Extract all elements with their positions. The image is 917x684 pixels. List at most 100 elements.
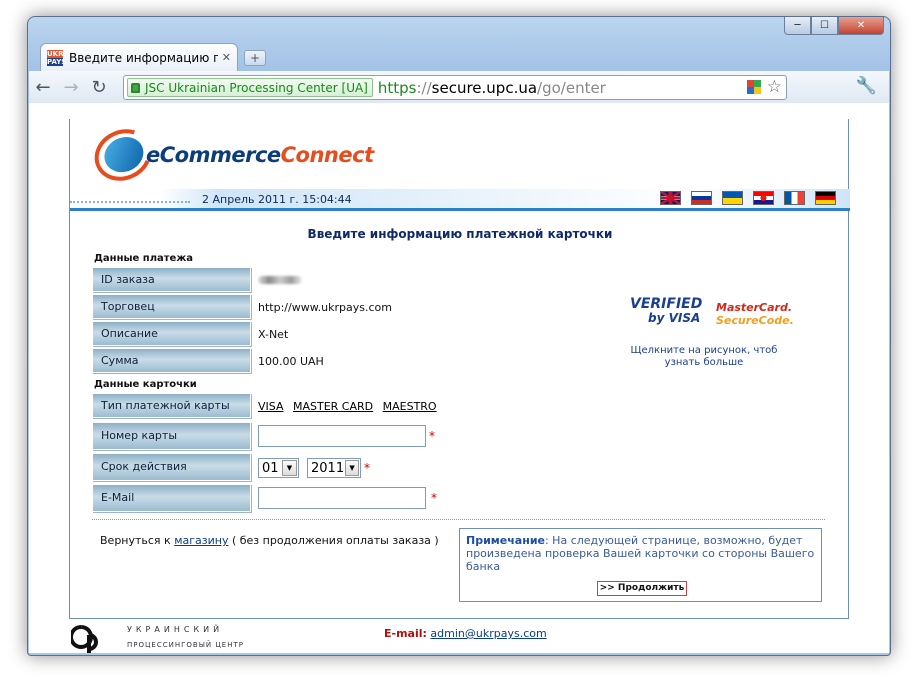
page-footer: УКРАИНСКИЙ ПРОЦЕССИНГОВЫЙ ЦЕНТР E-mail: … (69, 619, 849, 653)
vbv-line2: by VISA (648, 311, 701, 325)
email-required-mark: * (431, 491, 437, 505)
card-type-links: VISA MASTER CARD MAESTRO (258, 400, 443, 413)
badges-caption-line1: Щелкните на рисунок, чтоб (630, 345, 778, 356)
chevron-down-icon: ▼ (282, 460, 297, 476)
expiry-month-value: 01 (262, 460, 279, 476)
email-label: E-Mail (92, 484, 251, 512)
badges-caption: Щелкните на рисунок, чтоб узнать больше (624, 345, 784, 369)
payment-page: eCommerceConnect 2 Апрель 2011 г. 15:04:… (69, 119, 850, 619)
description-value: X-Net (258, 328, 289, 341)
lock-icon (131, 82, 140, 93)
order-id-value (258, 274, 302, 287)
email-input[interactable] (258, 487, 426, 509)
url-host: secure.upc.ua (431, 78, 538, 97)
logo-text: eCommerceConnect (146, 143, 374, 167)
return-suffix: ( без продолжения оплаты заказа ) (231, 534, 439, 547)
address-bar[interactable]: JSC Ukrainian Processing Center [UA] htt… (123, 75, 787, 100)
browser-tab[interactable]: UKR PAYS Введите информацию п... ✕ (40, 43, 238, 71)
browser-window: ─ ☐ ✕ UKR PAYS Введите информацию п... ✕… (27, 16, 891, 656)
badges-caption-line2: узнать больше (664, 357, 744, 368)
merchant-label: Торговец (92, 294, 251, 319)
amount-value: 100.00 UAH (258, 355, 324, 368)
ukrpays-favicon-icon: UKR PAYS (47, 49, 67, 66)
flag-fr-icon[interactable] (784, 191, 805, 205)
upc-logo-icon (71, 625, 98, 653)
mc-line1: MasterCard. (716, 301, 793, 314)
window-controls: ─ ☐ ✕ (784, 17, 884, 35)
ecommerceconnect-logo: eCommerceConnect (86, 120, 374, 190)
back-arrow-icon[interactable]: ← (29, 77, 57, 98)
mc-line2: SecureCode. (716, 314, 794, 327)
reload-icon[interactable]: ↻ (85, 77, 113, 98)
maximize-button[interactable]: ☐ (811, 17, 838, 35)
return-shop-link[interactable]: магазину (174, 534, 228, 547)
form-title: Введите информацию платежной карточки (307, 227, 613, 241)
wrench-menu-icon[interactable]: 🔧 (856, 76, 877, 96)
card-number-label: Номер карты (92, 422, 251, 450)
amount-label: Сумма (92, 348, 251, 373)
close-window-button[interactable]: ✕ (838, 17, 884, 35)
email-label-text: E-mail: (384, 627, 427, 640)
favicon-text-top: UKR (47, 49, 64, 58)
flag-hr-icon[interactable] (753, 191, 774, 205)
tab-title: Введите информацию п... (69, 50, 218, 65)
bookmark-star-icon[interactable]: ☆ (767, 78, 782, 96)
payment-section-label: Данные платежа (94, 253, 194, 264)
forward-arrow-icon[interactable]: → (57, 77, 85, 98)
continue-button[interactable]: >> Продолжить (597, 581, 687, 596)
card-type-mastercard-link[interactable]: MASTER CARD (293, 400, 373, 413)
description-label: Описание (92, 321, 251, 346)
ev-label: JSC Ukrainian Processing Center [UA] (145, 80, 368, 95)
extension-icon[interactable] (746, 80, 761, 94)
order-id-redacted (258, 276, 302, 284)
flag-de-icon[interactable] (815, 191, 836, 205)
order-id-label: ID заказа (92, 267, 251, 292)
return-to-shop: Вернуться к магазину ( без продолжения о… (100, 534, 439, 547)
url-separator: :// (416, 78, 432, 97)
page-viewport: eCommerceConnect 2 Апрель 2011 г. 15:04:… (29, 103, 889, 653)
expiry-month-select[interactable]: 01 ▼ (258, 458, 299, 478)
merchant-value: http://www.ukrpays.com (258, 301, 392, 314)
decorative-dots (70, 201, 190, 204)
ev-certificate-badge[interactable]: JSC Ukrainian Processing Center [UA] (127, 78, 373, 97)
vbv-line1: VERIFIED (630, 296, 703, 312)
verified-by-visa-logo[interactable]: VERIFIED by VISA (630, 297, 702, 325)
date-bar: 2 Апрель 2011 г. 15:04:44 (70, 189, 850, 211)
flag-uk-icon[interactable] (660, 191, 681, 205)
current-datetime: 2 Апрель 2011 г. 15:04:44 (202, 193, 352, 206)
mastercard-securecode-logo[interactable]: MasterCard. SecureCode. (716, 301, 794, 327)
expiry-required-mark: * (364, 461, 370, 475)
url-scheme: https (377, 78, 417, 97)
browser-toolbar: ← → ↻ JSC Ukrainian Processing Center [U… (29, 71, 889, 103)
new-tab-button[interactable]: + (244, 50, 266, 66)
footer-email: E-mail: admin@ukrpays.com (384, 627, 547, 640)
flag-ru-icon[interactable] (691, 191, 712, 205)
return-prefix: Вернуться к (100, 534, 171, 547)
company-name: УКРАИНСКИЙ (127, 625, 224, 634)
omnibox-icons: ☆ (746, 78, 782, 96)
chevron-down-icon: ▼ (345, 460, 359, 476)
favicon-text-bottom: PAYS (47, 57, 67, 66)
url-text[interactable]: https://secure.upc.ua/go/enter (378, 79, 606, 97)
note-heading: Примечание (466, 534, 545, 547)
flag-ua-icon[interactable] (722, 191, 743, 205)
minimize-button[interactable]: ─ (784, 17, 811, 35)
card-number-required-mark: * (429, 429, 435, 443)
language-flags (660, 191, 836, 205)
logo-text-part2: Connect (280, 143, 374, 167)
card-number-input[interactable] (258, 425, 426, 447)
expiry-year-value: 2011 (311, 460, 345, 476)
card-type-visa-link[interactable]: VISA (258, 400, 283, 413)
logo-text-part1: eCommerce (146, 143, 281, 167)
expiry-year-select[interactable]: 2011 ▼ (307, 458, 361, 478)
card-section-label: Данные карточки (94, 379, 197, 390)
card-type-label: Тип платежной карты (92, 393, 251, 418)
note-box: Примечание: На следующей странице, возмо… (459, 528, 822, 602)
company-subtitle: ПРОЦЕССИНГОВЫЙ ЦЕНТР (127, 641, 244, 649)
card-type-maestro-link[interactable]: MAESTRO (383, 400, 437, 413)
expiry-label: Срок действия (92, 453, 251, 481)
logo-ring-icon (86, 120, 160, 190)
divider (92, 519, 825, 520)
tab-close-icon[interactable]: ✕ (222, 51, 231, 64)
email-link[interactable]: admin@ukrpays.com (430, 627, 546, 640)
